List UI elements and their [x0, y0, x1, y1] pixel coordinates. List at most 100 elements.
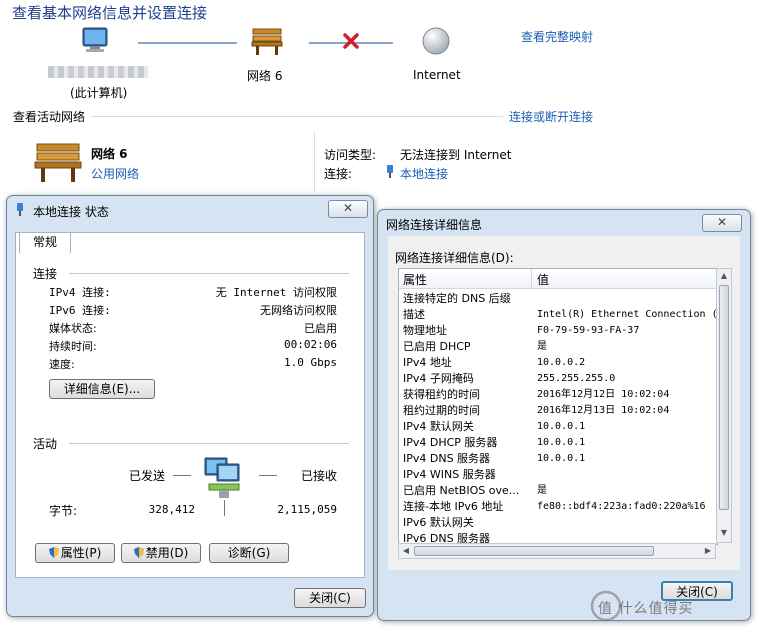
property-value: 10.0.0.2 — [537, 357, 586, 368]
uac-shield-icon — [48, 545, 59, 558]
property-name: 获得租约的时间 — [403, 388, 480, 401]
network-activity-icon — [203, 454, 245, 502]
list-item[interactable]: 获得租约的时间 2016年12月12日 10:02:04 — [399, 387, 717, 403]
speed-label: 速度: — [49, 358, 75, 371]
connect-disconnect-link[interactable]: 连接或断开连接 — [509, 108, 593, 125]
list-item[interactable]: IPv4 WINS 服务器 — [399, 467, 717, 483]
list-item[interactable]: IPv4 DHCP 服务器 10.0.0.1 — [399, 435, 717, 451]
details-list-label: 网络连接详细信息(D): — [395, 251, 514, 265]
column-header-value[interactable]: 值 — [537, 271, 549, 288]
property-name: IPv6 默认网关 — [403, 516, 474, 529]
ipv6-label: IPv6 连接: — [49, 304, 111, 317]
list-item[interactable]: IPv4 子网掩码 255.255.255.0 — [399, 371, 717, 387]
connection-label: 连接: — [324, 167, 353, 181]
property-value: 10.0.0.1 — [537, 437, 586, 448]
section-divider — [69, 273, 349, 274]
watermark-text: 值 什么值得买 — [598, 601, 694, 617]
property-value: fe80::bdf4:223a:fad0:220a%16 — [537, 501, 706, 512]
network-type-link[interactable]: 公用网络 — [91, 165, 139, 182]
disable-button[interactable]: 禁用(D) — [121, 543, 201, 563]
property-name: IPv4 DHCP 服务器 — [403, 436, 498, 449]
scroll-down-icon[interactable]: ▼ — [719, 528, 729, 538]
property-value: 是 — [537, 341, 547, 352]
list-item[interactable]: IPv4 DNS 服务器 10.0.0.1 — [399, 451, 717, 467]
property-value: 2016年12月13日 10:02:04 — [537, 405, 670, 416]
duration-label: 持续时间: — [49, 340, 97, 353]
property-name: IPv4 WINS 服务器 — [403, 468, 496, 481]
page-title: 查看基本网络信息并设置连接 — [12, 4, 208, 22]
status-window: 本地连接 状态 ✕ 常规 连接 IPv4 连接: 无 Internet 访问权限… — [6, 195, 374, 617]
list-item[interactable]: 连接特定的 DNS 后缀 — [399, 291, 717, 307]
column-header-property[interactable]: 属性 — [403, 271, 427, 288]
property-name: IPv4 地址 — [403, 356, 452, 369]
disable-label: 禁用(D) — [145, 546, 189, 560]
activity-section-label: 活动 — [33, 437, 58, 451]
property-value: 是 — [537, 485, 547, 496]
scroll-thumb[interactable] — [719, 285, 729, 510]
duration-value: 00:02:06 — [284, 338, 337, 351]
ethernet-icon — [385, 164, 395, 178]
property-value: Intel(R) Ethernet Connection ( — [537, 309, 718, 320]
property-name: 连接特定的 DNS 后缀 — [403, 292, 511, 305]
details-window-title: 网络连接详细信息 — [386, 218, 483, 232]
ethernet-title-icon — [15, 202, 25, 216]
property-name: 物理地址 — [403, 324, 447, 337]
list-item[interactable]: 已启用 DHCP 是 — [399, 339, 717, 355]
scroll-left-icon[interactable]: ◀ — [401, 546, 411, 556]
diagnose-button[interactable]: 诊断(G) — [209, 543, 289, 563]
close-icon[interactable]: ✕ — [702, 214, 742, 232]
properties-button[interactable]: 属性(P) — [35, 543, 115, 563]
column-divider — [531, 269, 532, 288]
list-item[interactable]: IPv4 默认网关 10.0.0.1 — [399, 419, 717, 435]
tab-general[interactable]: 常规 — [19, 232, 71, 253]
property-value: 10.0.0.1 — [537, 453, 586, 464]
status-close-button[interactable]: 关闭(C) — [294, 588, 366, 608]
bytes-label: 字节: — [49, 504, 78, 518]
list-item[interactable]: 描述 Intel(R) Ethernet Connection ( — [399, 307, 717, 323]
details-button[interactable]: 详细信息(E)... — [49, 379, 155, 399]
horizontal-scrollbar[interactable]: ◀ ▶ — [398, 543, 716, 559]
scroll-right-icon[interactable]: ▶ — [703, 546, 713, 556]
bench-icon-large[interactable] — [33, 140, 83, 184]
ipv6-value: 无网络访问权限 — [260, 304, 337, 317]
vertical-scrollbar[interactable]: ▲ ▼ — [716, 268, 732, 543]
access-type-label: 访问类型: — [324, 148, 377, 162]
property-name: IPv4 子网掩码 — [403, 372, 474, 385]
list-item[interactable]: 租约过期的时间 2016年12月13日 10:02:04 — [399, 403, 717, 419]
property-value: 255.255.255.0 — [537, 373, 616, 384]
access-type-value: 无法连接到 Internet — [400, 148, 512, 162]
sent-line — [173, 475, 191, 476]
property-name: 租约过期的时间 — [403, 404, 480, 417]
list-item[interactable]: IPv6 默认网关 — [399, 515, 717, 531]
property-name: 已启用 DHCP — [403, 340, 471, 353]
active-networks-heading: 查看活动网络 — [13, 110, 86, 124]
list-item[interactable]: 物理地址 F0-79-59-93-FA-37 — [399, 323, 717, 339]
property-name: 连接-本地 IPv6 地址 — [403, 500, 504, 513]
scroll-thumb-horizontal[interactable] — [414, 546, 654, 556]
scroll-up-icon[interactable]: ▲ — [719, 271, 729, 281]
property-name: IPv4 默认网关 — [403, 420, 474, 433]
list-item[interactable]: IPv4 地址 10.0.0.2 — [399, 355, 717, 371]
computer-icon — [80, 26, 112, 56]
close-icon[interactable]: ✕ — [328, 200, 368, 218]
ipv4-value: 无 Internet 访问权限 — [215, 286, 337, 299]
full-map-link[interactable]: 查看完整映射 — [521, 28, 593, 45]
bytes-sent-value: 328,412 — [148, 503, 195, 516]
uac-shield-icon — [133, 545, 144, 558]
details-list[interactable]: 属性 值 连接特定的 DNS 后缀 描述 Intel(R) Ethernet Co… — [398, 268, 718, 545]
section-divider — [69, 443, 349, 444]
bytes-divider — [224, 500, 225, 516]
speed-value: 1.0 Gbps — [284, 356, 337, 369]
property-name: 已启用 NetBIOS ove... — [403, 484, 520, 497]
media-state-value: 已启用 — [304, 322, 337, 335]
map-connector — [138, 42, 237, 44]
vertical-divider — [314, 132, 315, 192]
connection-section-label: 连接 — [33, 267, 58, 281]
list-item[interactable]: 已启用 NetBIOS ove... 是 — [399, 483, 717, 499]
globe-icon — [421, 26, 451, 56]
internet-caption: Internet — [413, 68, 461, 82]
details-list-header: 属性 值 — [399, 269, 717, 289]
property-name: 描述 — [403, 308, 425, 321]
local-connection-link[interactable]: 本地连接 — [400, 165, 448, 182]
list-item[interactable]: 连接-本地 IPv6 地址 fe80::bdf4:223a:fad0:220a%1… — [399, 499, 717, 515]
